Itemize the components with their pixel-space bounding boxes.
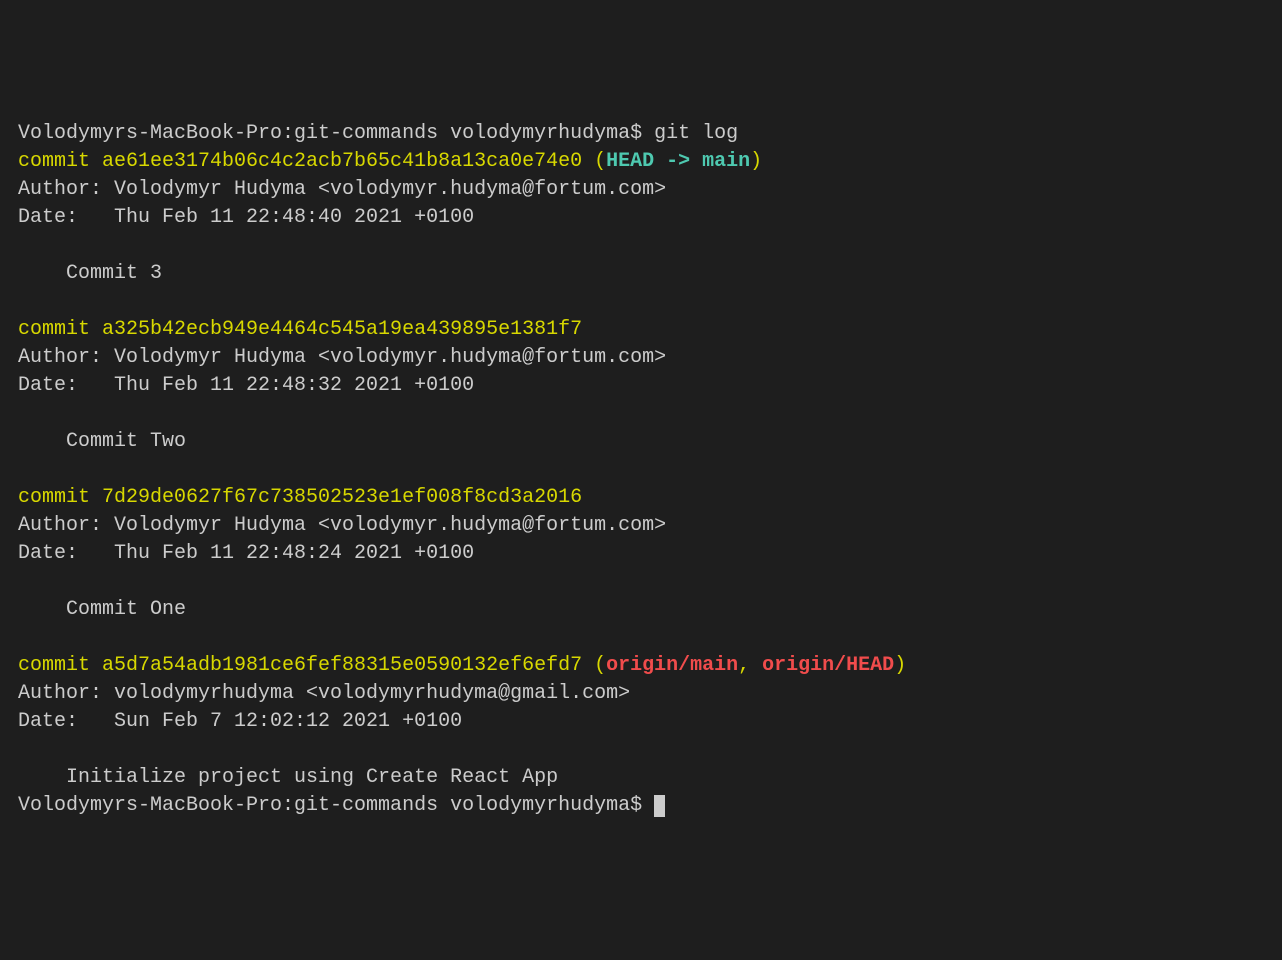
date-2: Date: Thu Feb 11 22:48:32 2021 +0100 <box>18 374 474 397</box>
commit-hash-1: commit ae61ee3174b06c4c2acb7b65c41b8a13c… <box>18 150 762 173</box>
commit-hash-3: commit 7d29de0627f67c738502523e1ef008f8c… <box>18 486 582 509</box>
cursor-icon <box>654 795 665 817</box>
author-2: Author: Volodymyr Hudyma <volodymyr.hudy… <box>18 346 666 369</box>
date-3: Date: Thu Feb 11 22:48:24 2021 +0100 <box>18 542 474 565</box>
commit-hash-4: commit a5d7a54adb1981ce6fef88315e0590132… <box>18 654 906 677</box>
message-3: Commit One <box>18 598 186 621</box>
commit-hash-2: commit a325b42ecb949e4464c545a19ea439895… <box>18 318 582 341</box>
author-1: Author: Volodymyr Hudyma <volodymyr.hudy… <box>18 178 666 201</box>
message-2: Commit Two <box>18 430 186 453</box>
prompt-line-2[interactable]: Volodymyrs-MacBook-Pro:git-commands volo… <box>18 794 665 817</box>
author-3: Author: Volodymyr Hudyma <volodymyr.hudy… <box>18 514 666 537</box>
date-4: Date: Sun Feb 7 12:02:12 2021 +0100 <box>18 710 462 733</box>
message-4: Initialize project using Create React Ap… <box>18 766 558 789</box>
author-4: Author: volodymyrhudyma <volodymyrhudyma… <box>18 682 630 705</box>
message-1: Commit 3 <box>18 262 162 285</box>
git-log-command: git log <box>654 122 738 145</box>
date-1: Date: Thu Feb 11 22:48:40 2021 +0100 <box>18 206 474 229</box>
prompt-line-1: Volodymyrs-MacBook-Pro:git-commands volo… <box>18 122 738 145</box>
terminal-output[interactable]: Volodymyrs-MacBook-Pro:git-commands volo… <box>18 120 1264 820</box>
